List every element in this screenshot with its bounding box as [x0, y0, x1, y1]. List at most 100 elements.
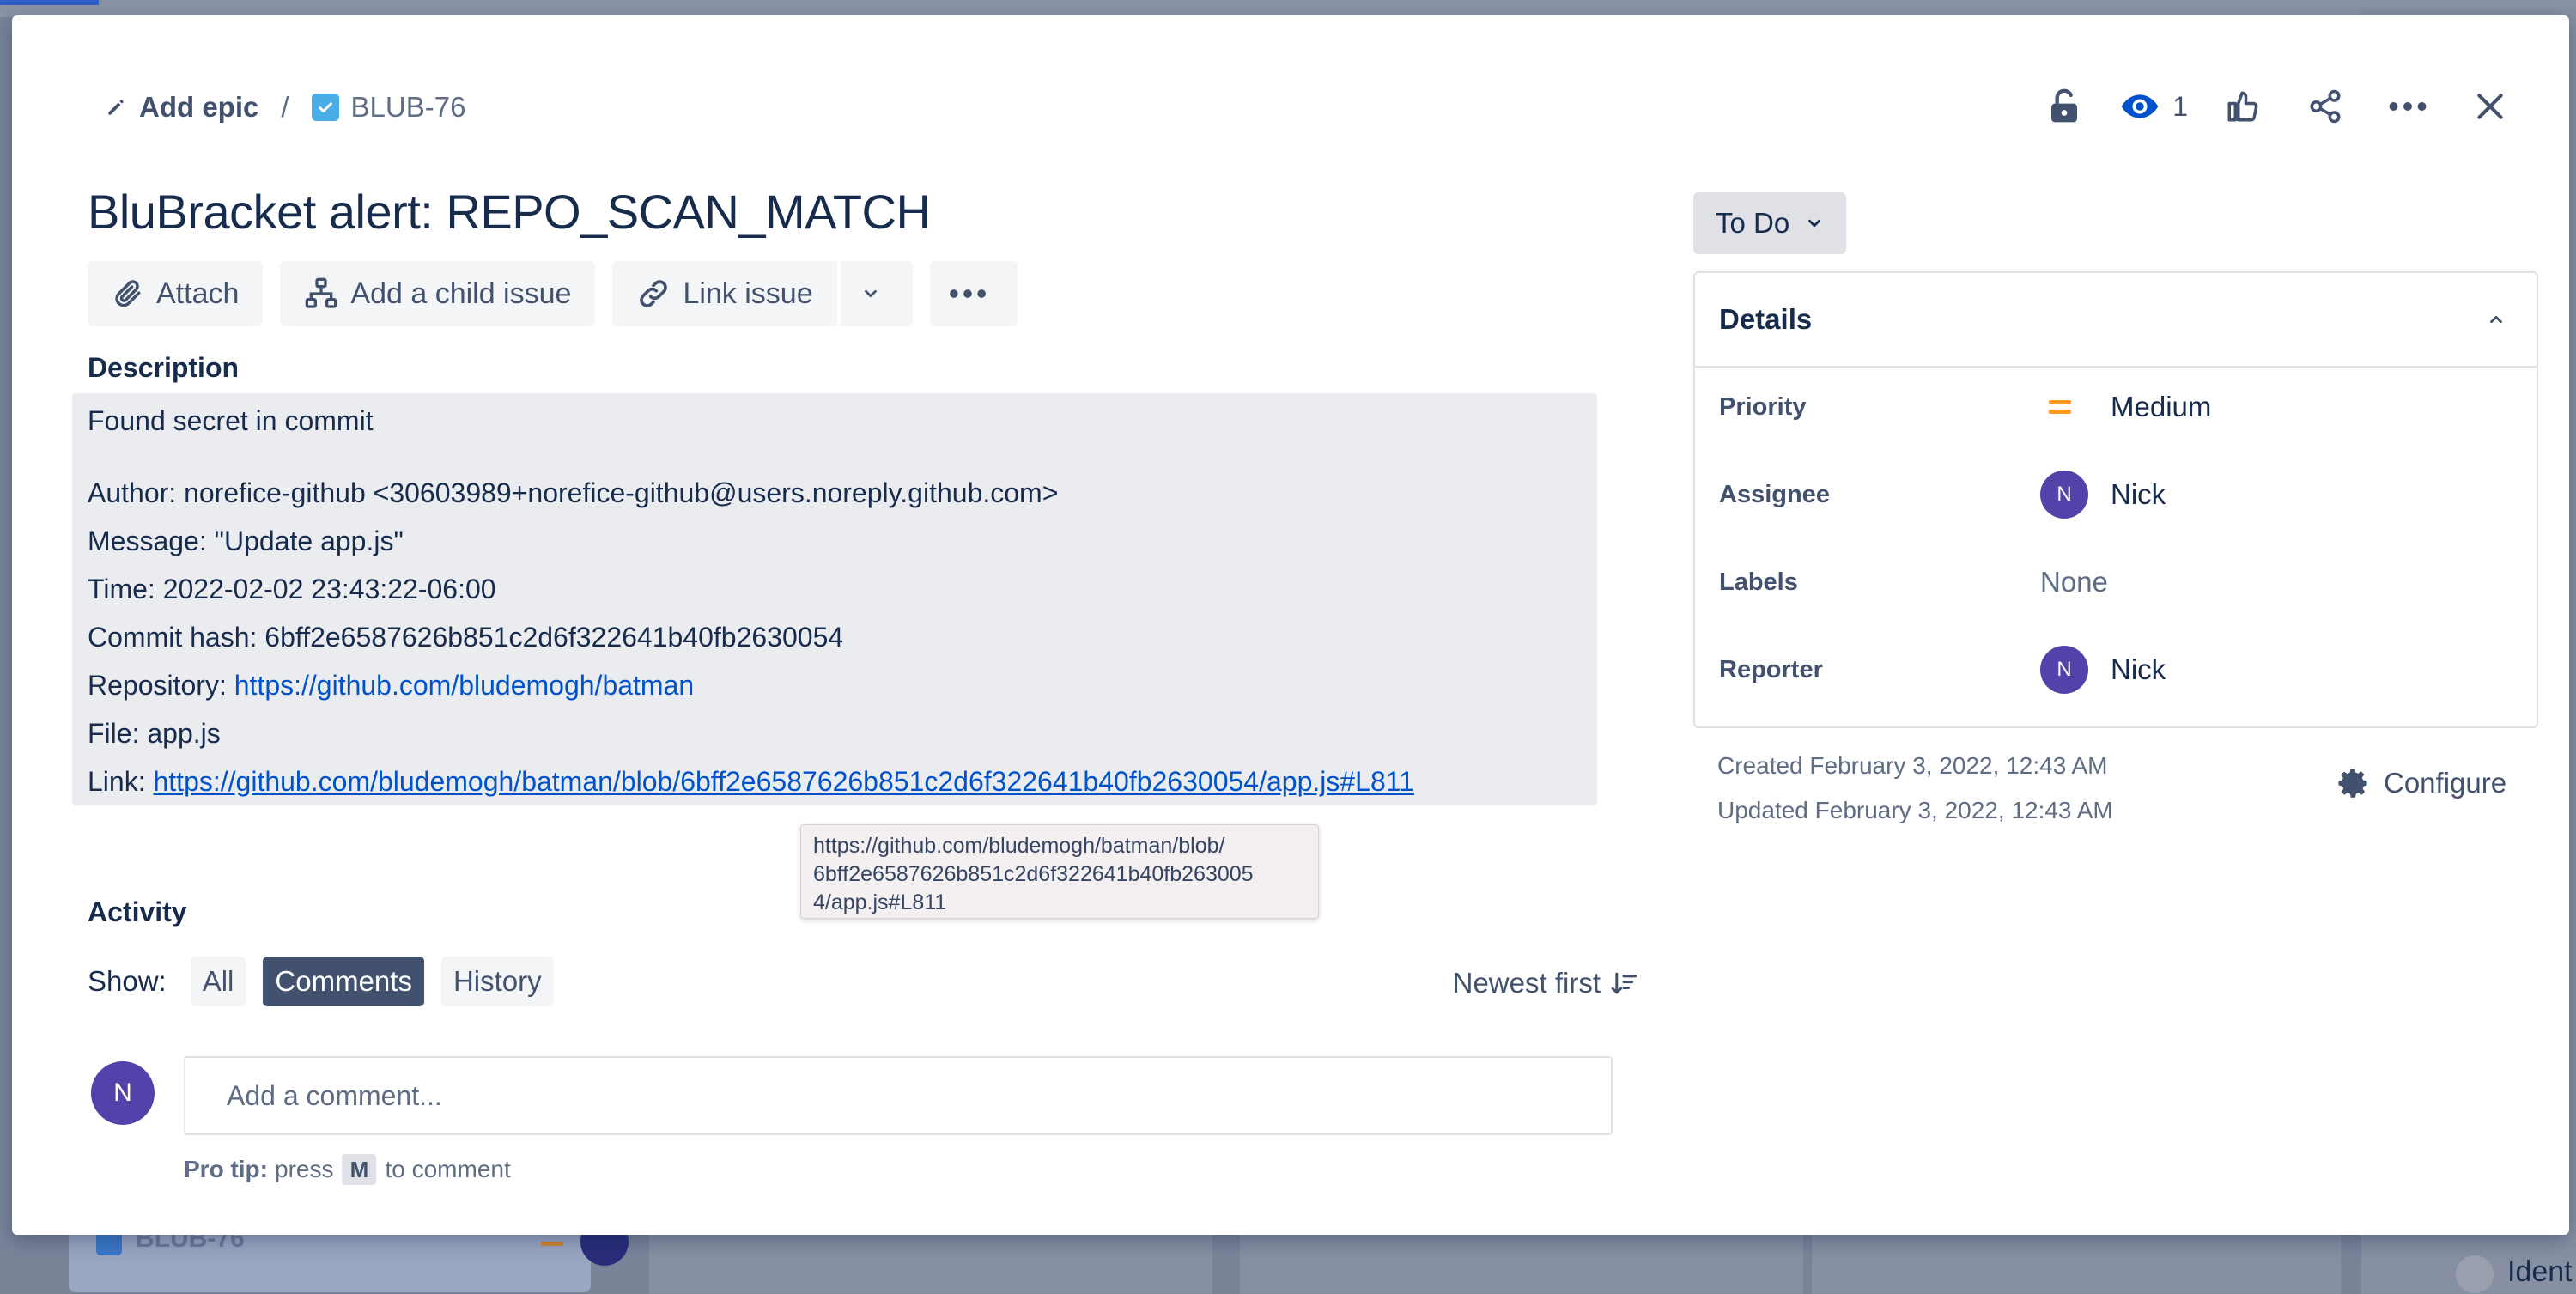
description-author: Author: norefice-github <30603989+norefi…	[88, 477, 1059, 508]
share-icon	[2310, 89, 2341, 124]
avatar: N	[2040, 646, 2088, 694]
gear-icon	[2338, 769, 2368, 798]
link-tooltip: https://github.com/bludemogh/batman/blob…	[800, 824, 1319, 919]
watch-button[interactable]: 1	[2119, 79, 2188, 134]
details-heading: Details	[1719, 303, 1813, 335]
breadcrumb-separator: /	[281, 91, 289, 123]
watchers-count: 1	[2172, 90, 2188, 122]
issue-title[interactable]: BluBracket alert: REPO_SCAN_MATCH	[88, 184, 931, 240]
repository-prefix: Repository:	[88, 670, 234, 701]
pro-tip: Pro tip: press M to comment	[184, 1154, 511, 1185]
paperclip-icon	[115, 280, 141, 307]
chevron-up-icon	[2490, 315, 2502, 324]
description-commit: Commit hash: 6bff2e6587626b851c2d6f32264…	[88, 622, 844, 653]
breadcrumb: Add epic / BLUB-76	[105, 91, 465, 124]
commit-file-link[interactable]: https://github.com/bludemogh/batman/blob…	[153, 766, 1413, 797]
pro-tip-post: to comment	[385, 1156, 511, 1182]
keyboard-shortcut-key: M	[342, 1154, 377, 1185]
description-repository: Repository: https://github.com/bludemogh…	[88, 670, 694, 702]
issue-key-link[interactable]: BLUB-76	[311, 91, 466, 124]
add-epic-link[interactable]: Add epic	[105, 91, 258, 124]
priority-value-field[interactable]: Medium	[2040, 391, 2211, 423]
add-epic-label: Add epic	[139, 91, 259, 123]
filter-all[interactable]: All	[190, 957, 246, 1006]
show-label: Show:	[88, 965, 167, 997]
unlock-icon	[2051, 88, 2078, 123]
task-type-icon	[311, 94, 339, 121]
updated-date: Updated February 3, 2022, 12:43 AM	[1717, 797, 2113, 823]
configure-label: Configure	[2384, 767, 2507, 799]
close-icon	[2477, 94, 2503, 119]
medium-priority-icon	[2040, 398, 2088, 416]
add-child-issue-button[interactable]: Add a child issue	[280, 261, 596, 326]
board-top-stripe	[0, 0, 2576, 17]
configure-button[interactable]: Configure	[2334, 764, 2506, 802]
assignee-value-field[interactable]: N Nick	[2040, 471, 2166, 519]
labels-label: Labels	[1719, 568, 1798, 596]
close-button[interactable]	[2463, 79, 2518, 134]
share-button[interactable]	[2298, 79, 2353, 134]
filter-comments[interactable]: Comments	[263, 957, 424, 1006]
priority-row: Priority Medium	[1719, 381, 2211, 433]
attach-label: Attach	[156, 276, 240, 310]
reporter-value-field[interactable]: N Nick	[2040, 646, 2166, 694]
vote-button[interactable]	[2215, 79, 2270, 134]
avatar: N	[91, 1061, 155, 1125]
description-time: Time: 2022-02-02 23:43:22-06:00	[88, 574, 496, 604]
priority-icon	[541, 1242, 563, 1246]
reporter-value: Nick	[2111, 653, 2166, 685]
issue-toolbar: Attach Add a child issue Link issue	[88, 261, 1035, 326]
more-icon	[2389, 102, 2427, 111]
activity-heading: Activity	[88, 896, 187, 927]
filter-history[interactable]: History	[440, 957, 554, 1006]
chevron-down-icon	[1808, 219, 1821, 228]
chevron-down-icon	[864, 289, 877, 298]
add-child-label: Add a child issue	[350, 276, 572, 310]
issue-key: BLUB-76	[350, 91, 466, 123]
link-issue-dropdown[interactable]	[840, 261, 913, 326]
repository-link[interactable]: https://github.com/bludemogh/batman	[234, 670, 694, 701]
description-intro: Found secret in commit	[88, 405, 374, 436]
top-actions: 1	[2009, 79, 2518, 134]
link-prefix: Link:	[88, 766, 154, 797]
reporter-label: Reporter	[1719, 655, 1823, 683]
sort-order-button[interactable]: Newest first	[1453, 967, 1638, 999]
more-toolbar-button[interactable]	[929, 261, 1018, 326]
created-date: Created February 3, 2022, 12:43 AM	[1717, 752, 2108, 779]
assignee-label: Assignee	[1719, 480, 1830, 508]
restrictions-button[interactable]	[2037, 79, 2092, 134]
description-message: Message: "Update app.js"	[88, 525, 404, 556]
board-right-text: Ident	[2507, 1255, 2573, 1288]
eye-icon	[2121, 94, 2159, 118]
pro-tip-label: Pro tip:	[184, 1156, 268, 1182]
description-link: Link: https://github.com/bludemogh/batma…	[88, 766, 1414, 798]
link-icon	[640, 280, 668, 307]
link-issue-label: Link issue	[683, 276, 813, 310]
details-header[interactable]: Details	[1695, 273, 2537, 368]
description-heading: Description	[88, 352, 240, 383]
description-file: File: app.js	[88, 718, 221, 749]
labels-value[interactable]: None	[2040, 566, 2108, 598]
priority-label: Priority	[1719, 392, 1807, 421]
assignee-row: Assignee N Nick	[1719, 469, 2166, 520]
details-panel: Details Priority Medium Assignee N Nick …	[1693, 271, 2538, 728]
thumbs-up-icon	[2227, 91, 2258, 122]
reporter-row: Reporter N Nick	[1719, 644, 2166, 696]
labels-row: Labels None	[1719, 556, 2108, 608]
pencil-icon	[108, 100, 124, 115]
more-icon	[949, 289, 986, 298]
hierarchy-icon	[306, 277, 337, 308]
link-issue-button[interactable]: Link issue	[612, 261, 837, 326]
check-circle-icon	[2456, 1255, 2494, 1293]
comment-input[interactable]: Add a comment...	[184, 1056, 1613, 1135]
sort-order-label: Newest first	[1452, 967, 1601, 999]
status-label: To Do	[1716, 207, 1790, 239]
attach-button[interactable]: Attach	[88, 261, 264, 326]
board-nav-indicator	[0, 0, 99, 5]
more-actions-button[interactable]	[2380, 79, 2435, 134]
priority-value: Medium	[2111, 391, 2212, 422]
status-dropdown[interactable]: To Do	[1693, 192, 1847, 254]
avatar: N	[2040, 471, 2088, 519]
issue-modal: Add epic / BLUB-76 1 BluBracket alert: R…	[12, 15, 2569, 1235]
pro-tip-pre: press	[275, 1156, 334, 1182]
